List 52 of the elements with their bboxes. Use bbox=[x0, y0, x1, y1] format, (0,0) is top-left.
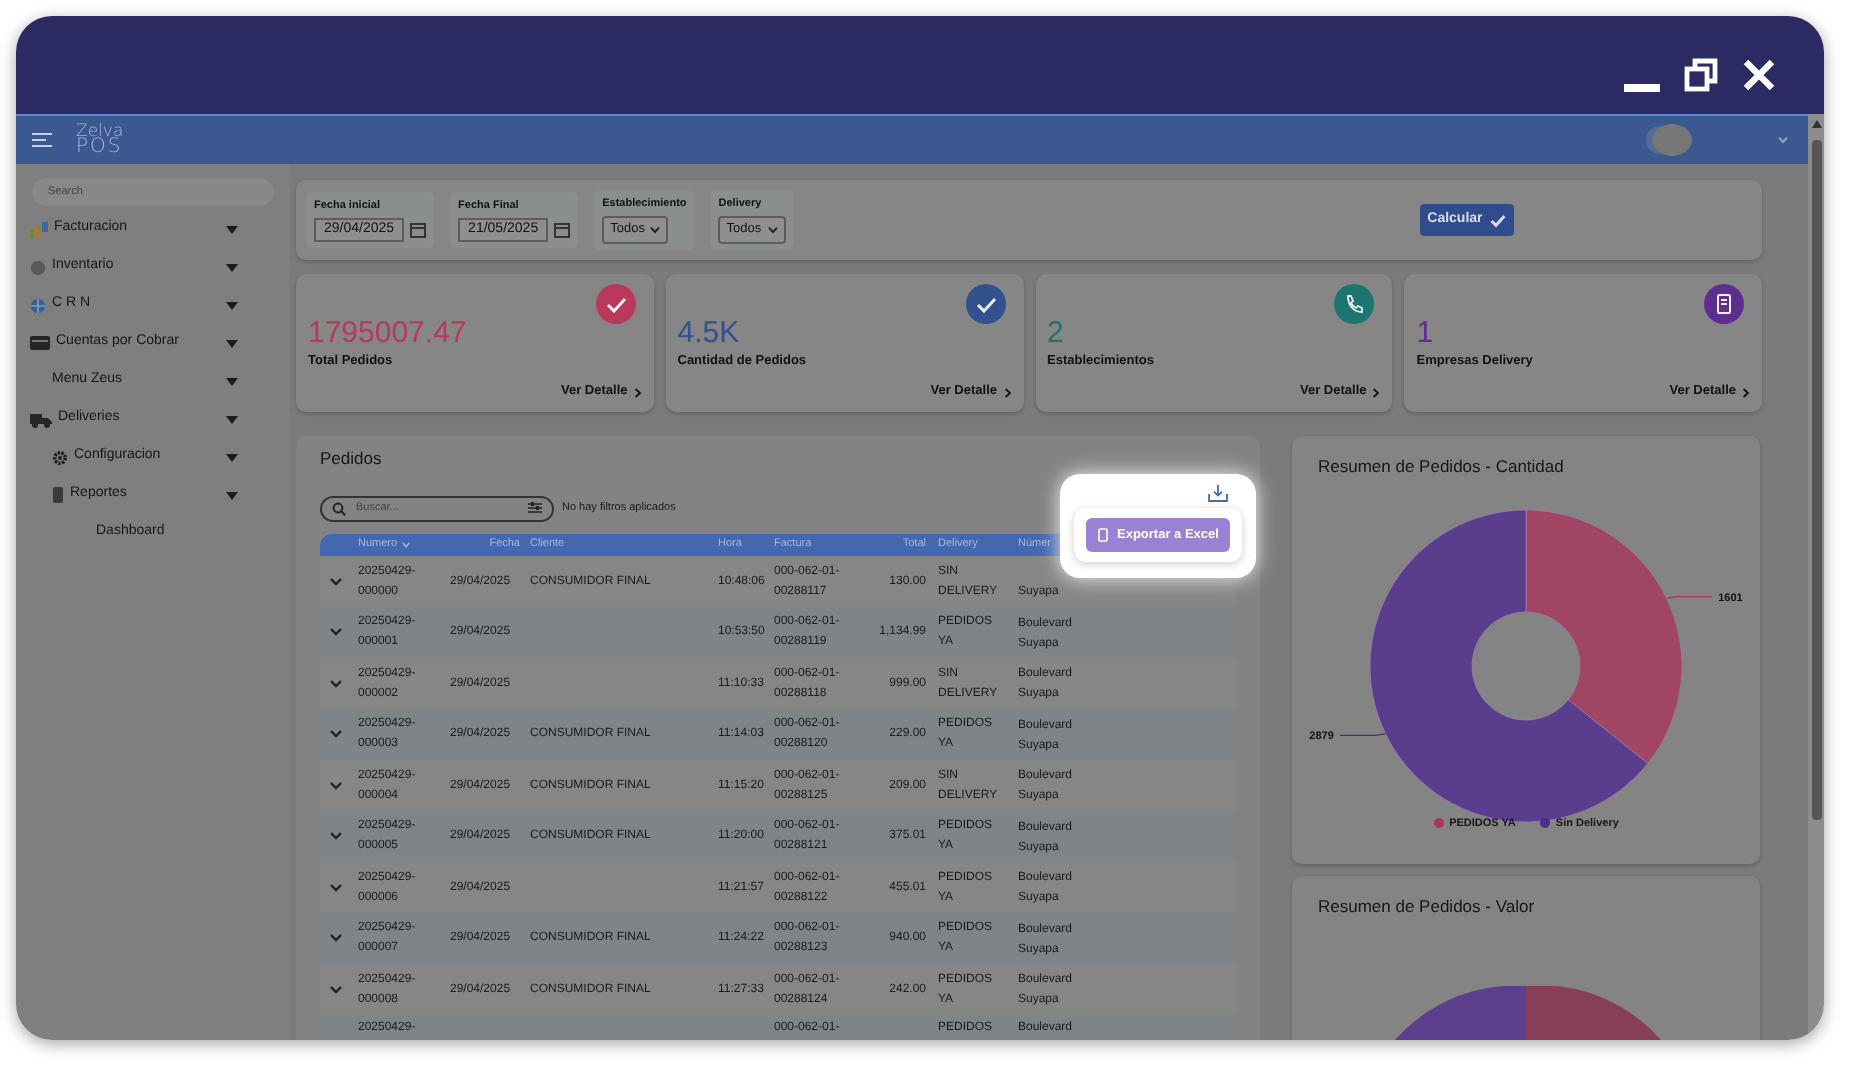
filter-icon[interactable] bbox=[528, 502, 542, 515]
expand-icon[interactable] bbox=[330, 679, 342, 687]
chevron-right-icon bbox=[1003, 387, 1011, 398]
stat-value: 1795007.47 bbox=[308, 318, 467, 348]
chevron-down-icon bbox=[650, 226, 661, 235]
card-icon bbox=[30, 336, 50, 350]
globe-icon bbox=[30, 297, 46, 313]
caret-icon bbox=[226, 415, 238, 423]
scroll-up-icon[interactable] bbox=[1811, 120, 1821, 128]
sort-icon[interactable] bbox=[401, 541, 410, 548]
expand-icon[interactable] bbox=[330, 985, 342, 993]
expand-icon[interactable] bbox=[330, 577, 342, 585]
menu-icon[interactable] bbox=[32, 132, 52, 148]
search-icon bbox=[332, 501, 346, 516]
stat-value: 2 bbox=[1047, 318, 1064, 348]
calendar-icon bbox=[410, 222, 427, 239]
caret-icon bbox=[226, 263, 238, 271]
stat-value: 4.5K bbox=[677, 318, 740, 348]
chart-icon bbox=[30, 221, 48, 237]
scroll-thumb[interactable] bbox=[1811, 140, 1821, 820]
chevron-down-icon bbox=[767, 226, 778, 235]
chevron-right-icon bbox=[1372, 387, 1381, 398]
restore-icon[interactable] bbox=[1684, 58, 1718, 92]
chart-title: Resumen de Pedidos - Valor bbox=[1318, 894, 1537, 920]
calendar-icon bbox=[554, 222, 571, 239]
leader-line bbox=[1666, 595, 1713, 599]
chevron-down-icon[interactable] bbox=[1778, 136, 1788, 144]
truck-icon bbox=[30, 411, 52, 427]
caret-icon bbox=[226, 377, 238, 385]
expand-icon[interactable] bbox=[330, 934, 342, 942]
caret-icon bbox=[226, 453, 238, 461]
expand-icon[interactable] bbox=[330, 730, 342, 738]
stat-value: 1 bbox=[1416, 318, 1434, 348]
caret-icon bbox=[226, 301, 238, 309]
download-icon[interactable] bbox=[1208, 484, 1228, 502]
logo: Zelva POS bbox=[76, 124, 124, 156]
chevron-right-icon bbox=[633, 387, 642, 398]
leader-line bbox=[1339, 732, 1386, 736]
caret-icon bbox=[226, 339, 238, 347]
chevron-right-icon bbox=[1742, 387, 1750, 398]
disc-icon bbox=[30, 259, 46, 275]
check-icon bbox=[1490, 213, 1507, 227]
expand-icon[interactable] bbox=[330, 832, 342, 840]
card-title: Pedidos bbox=[320, 446, 384, 472]
caret-icon bbox=[226, 225, 238, 233]
expand-icon[interactable] bbox=[330, 883, 342, 891]
gear-icon bbox=[52, 449, 68, 465]
expand-icon[interactable] bbox=[330, 781, 342, 789]
close-icon[interactable] bbox=[1742, 58, 1776, 92]
expand-icon[interactable] bbox=[330, 628, 342, 636]
caret-icon bbox=[226, 491, 238, 499]
chart-title: Resumen de Pedidos - Cantidad bbox=[1318, 454, 1566, 480]
